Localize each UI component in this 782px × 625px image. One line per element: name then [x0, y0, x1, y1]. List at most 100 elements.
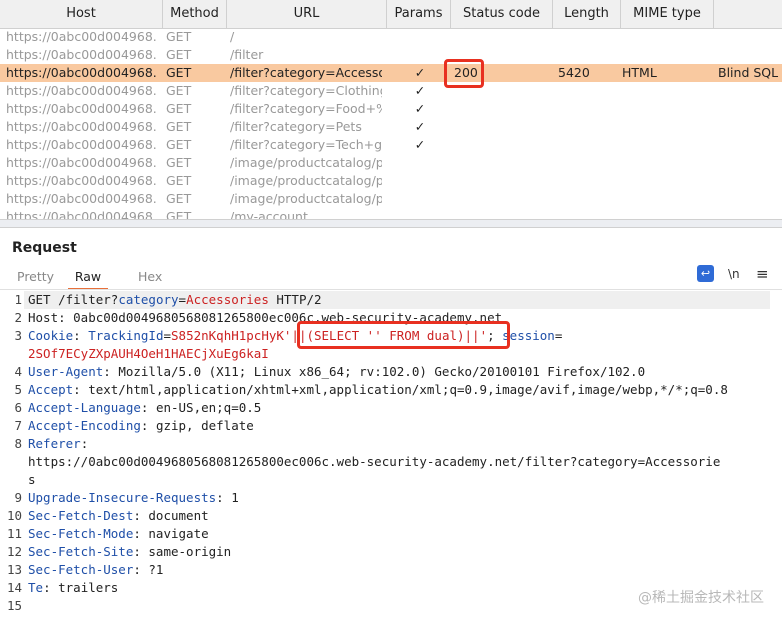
cell-params: ✓ — [414, 65, 426, 80]
code-line: Sec-Fetch-Mode: navigate — [28, 525, 209, 543]
cell-length — [558, 100, 608, 118]
tab-pretty[interactable]: Pretty — [17, 266, 54, 288]
header-name: Te — [28, 580, 44, 595]
cell-url: /image/productcatalog/p... — [230, 155, 382, 170]
code-line: Referer: — [28, 435, 88, 453]
cell-title — [718, 172, 782, 190]
watermark: @稀土掘金技术社区 — [638, 590, 764, 606]
cell-length — [558, 172, 608, 190]
cell-params — [392, 172, 448, 190]
cell-status — [454, 118, 482, 136]
code-text: : gzip, deflate — [140, 418, 254, 433]
cell-method: GET — [166, 155, 192, 170]
column-header-mime-type[interactable]: MIME type — [621, 0, 714, 28]
code-text: : ?1 — [133, 562, 164, 577]
code-line: Sec-Fetch-User: ?1 — [28, 561, 163, 579]
table-row[interactable]: https://0abc00d004968... GET/image/produc… — [0, 190, 782, 208]
cell-method: GET — [166, 47, 192, 62]
cell-status — [454, 154, 482, 172]
code-text: = — [554, 328, 563, 343]
cell-title: Blind SQL in — [718, 65, 782, 80]
cell-url: /filter?category=Clothing... — [230, 83, 382, 98]
cell-length — [558, 190, 608, 208]
cell-status — [454, 172, 482, 190]
header-name: Referer — [28, 436, 81, 451]
column-header-length[interactable]: Length — [553, 0, 621, 28]
column-header-method[interactable]: Method — [163, 0, 227, 28]
header-name: User-Agent — [28, 364, 104, 379]
cell-host: https://0abc00d004968... — [6, 29, 158, 44]
cell-title — [718, 136, 782, 154]
code-line: Accept-Language: en-US,en;q=0.5 — [28, 399, 261, 417]
line-number — [0, 345, 22, 363]
column-header-params[interactable]: Params — [387, 0, 451, 28]
table-row[interactable]: https://0abc00d004968... GET / — [0, 28, 782, 46]
header-value: 2SOf7ECyZXpAUH4OeH1HAECjXuEg6kaI — [28, 346, 269, 361]
wrap-lines-icon[interactable]: ↩ — [697, 265, 714, 282]
cell-url: /filter?category=Food+%... — [230, 101, 382, 116]
cell-url: /image/productcatalog/p... — [230, 191, 382, 206]
cell-mime — [622, 154, 692, 172]
table-row[interactable]: https://0abc00d004968... GET/image/produc… — [0, 154, 782, 172]
line-number — [0, 471, 22, 489]
line-number: 5 — [14, 382, 22, 397]
code-line: Te: trailers — [28, 579, 118, 597]
cell-mime — [622, 136, 692, 154]
code-text: HTTP/2 — [268, 292, 322, 307]
cell-params — [392, 190, 448, 208]
cell-status — [454, 100, 482, 118]
code-line: Sec-Fetch-Site: same-origin — [28, 543, 231, 561]
proxy-history-table: Host Method URL Params Status code Lengt… — [0, 0, 782, 220]
code-text: : text/html,application/xhtml+xml,applic… — [73, 382, 728, 397]
code-text: GET /filter? — [28, 292, 119, 307]
tab-raw[interactable]: Raw — [68, 266, 108, 290]
table-row[interactable]: https://0abc00d004968... GET/filter?categ… — [0, 100, 782, 118]
newline-toggle[interactable]: \n — [728, 265, 740, 283]
code-line: User-Agent: Mozilla/5.0 (X11; Linux x86_… — [28, 363, 645, 381]
panel-divider[interactable] — [0, 219, 782, 228]
cell-length — [558, 136, 608, 154]
header-value: Accessories — [186, 292, 269, 307]
line-number: 12 — [6, 544, 22, 559]
tab-hex[interactable]: Hex — [138, 266, 162, 288]
cell-method: GET — [166, 29, 192, 44]
cell-host: https://0abc00d004968... — [6, 47, 158, 62]
header-name: session — [502, 328, 555, 343]
table-row[interactable]: https://0abc00d004968... GET/filter?categ… — [0, 136, 782, 154]
cell-method: GET — [166, 101, 192, 116]
cell-status — [454, 190, 482, 208]
table-row[interactable]: https://0abc00d004968... GET/filter?categ… — [0, 82, 782, 100]
code-line: s — [28, 471, 36, 489]
table-row[interactable]: https://0abc00d004968... GET/image/produc… — [0, 172, 782, 190]
column-header-host[interactable]: Host — [0, 0, 163, 28]
line-number: 13 — [6, 562, 22, 577]
line-number: 6 — [14, 400, 22, 415]
menu-icon[interactable]: ≡ — [756, 265, 769, 283]
code-text: https://0abc00d0049680568081265800ec006c… — [28, 454, 721, 469]
line-number: 7 — [14, 418, 22, 433]
raw-request-editor[interactable]: 1 GET /filter?category=Accessories HTTP/2… — [0, 291, 782, 625]
table-row[interactable]: https://0abc00d004968... GET/filter?categ… — [0, 118, 782, 136]
code-text: : document — [133, 508, 209, 523]
code-line: 2SOf7ECyZXpAUH4OeH1HAECjXuEg6kaI — [28, 345, 269, 363]
cell-params: ✓ — [414, 101, 426, 116]
code-text: : same-origin — [133, 544, 232, 559]
cell-length: 5420 — [558, 65, 590, 80]
cell-host: https://0abc00d004968... — [6, 65, 158, 80]
column-header-title[interactable] — [714, 0, 782, 28]
status-highlight-box — [444, 59, 484, 88]
header-name: Cookie — [28, 328, 74, 343]
line-number — [0, 453, 22, 471]
table-row[interactable]: https://0abc00d004968... GET/filter?categ… — [0, 64, 782, 82]
code-line: Sec-Fetch-Dest: document — [28, 507, 209, 525]
cell-params: ✓ — [414, 119, 426, 134]
code-text: = — [178, 292, 187, 307]
table-row[interactable]: https://0abc00d004968... GET/filter — [0, 46, 782, 64]
cell-title — [718, 154, 782, 172]
cell-title — [718, 190, 782, 208]
cell-method: GET — [166, 191, 192, 206]
column-header-url[interactable]: URL — [227, 0, 387, 28]
cell-length — [558, 82, 608, 100]
line-number: 15 — [6, 598, 22, 613]
column-header-status-code[interactable]: Status code — [451, 0, 553, 28]
